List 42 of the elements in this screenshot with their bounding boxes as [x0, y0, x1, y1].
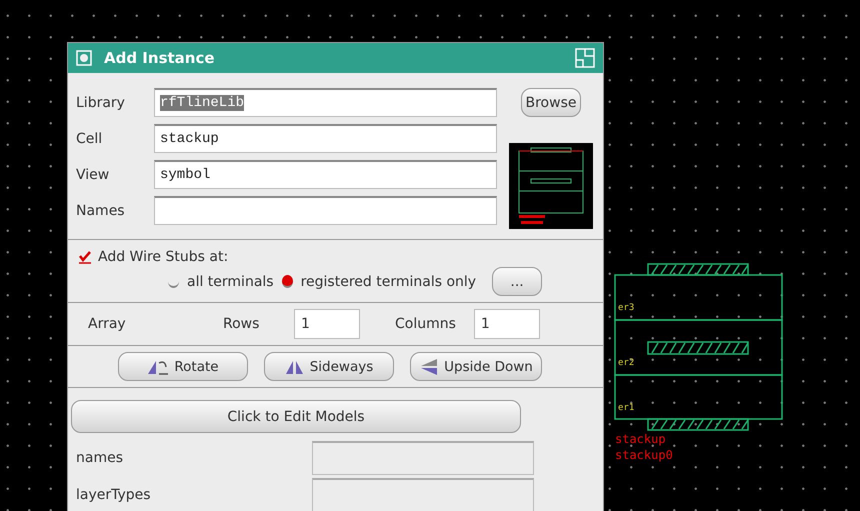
transform-button[interactable]: Upside Down [410, 352, 542, 381]
input-field[interactable] [312, 478, 534, 511]
input-field[interactable]: rfTlineLib [154, 88, 497, 117]
field-label: View [76, 166, 110, 182]
flip-icon [419, 358, 440, 376]
model-field-label: layerTypes [75, 486, 151, 502]
field-label: Library [76, 94, 126, 110]
instance-name: stackup0 [615, 448, 673, 462]
rotate-icon [147, 358, 170, 374]
window-menu-icon[interactable] [76, 50, 92, 66]
columns-label: Columns [395, 316, 456, 332]
layer-label: er2 [618, 358, 634, 368]
model-field-label: names [75, 450, 123, 466]
input-field[interactable]: symbol [154, 160, 497, 189]
checkbox[interactable] [78, 250, 92, 264]
field-label: Cell [76, 130, 104, 146]
input-field[interactable] [312, 440, 534, 474]
array-label: Array [88, 316, 127, 332]
field-value: rfTlineLib [160, 95, 244, 111]
layer-label: er1 [618, 403, 634, 413]
layer-label: er3 [618, 303, 634, 313]
window-title: Add Instance [104, 49, 216, 67]
rows-field[interactable]: 1 [294, 309, 360, 339]
rows-label: Rows [223, 316, 260, 332]
maximize-icon[interactable] [575, 48, 595, 68]
edit-models-button[interactable]: Click to Edit Models [71, 400, 521, 433]
radio-label: all terminals [187, 274, 274, 290]
radio-button[interactable] [282, 275, 293, 288]
transform-button[interactable]: Sideways [264, 352, 394, 381]
columns-field[interactable]: 1 [474, 309, 540, 339]
input-field[interactable] [154, 196, 497, 225]
checkbox-label: Add Wire Stubs at: [98, 249, 228, 265]
mirror-icon [284, 358, 305, 374]
field-value: stackup [160, 131, 219, 147]
browse-button[interactable]: Browse [520, 88, 582, 117]
input-field[interactable]: stackup [154, 124, 497, 153]
radio-label: registered terminals only [300, 274, 476, 290]
transform-button[interactable]: Rotate [118, 352, 248, 381]
field-value: symbol [160, 167, 210, 183]
more-options-button[interactable]: ... [492, 267, 542, 296]
cell-name: stackup [615, 432, 666, 446]
field-label: Names [76, 202, 126, 218]
